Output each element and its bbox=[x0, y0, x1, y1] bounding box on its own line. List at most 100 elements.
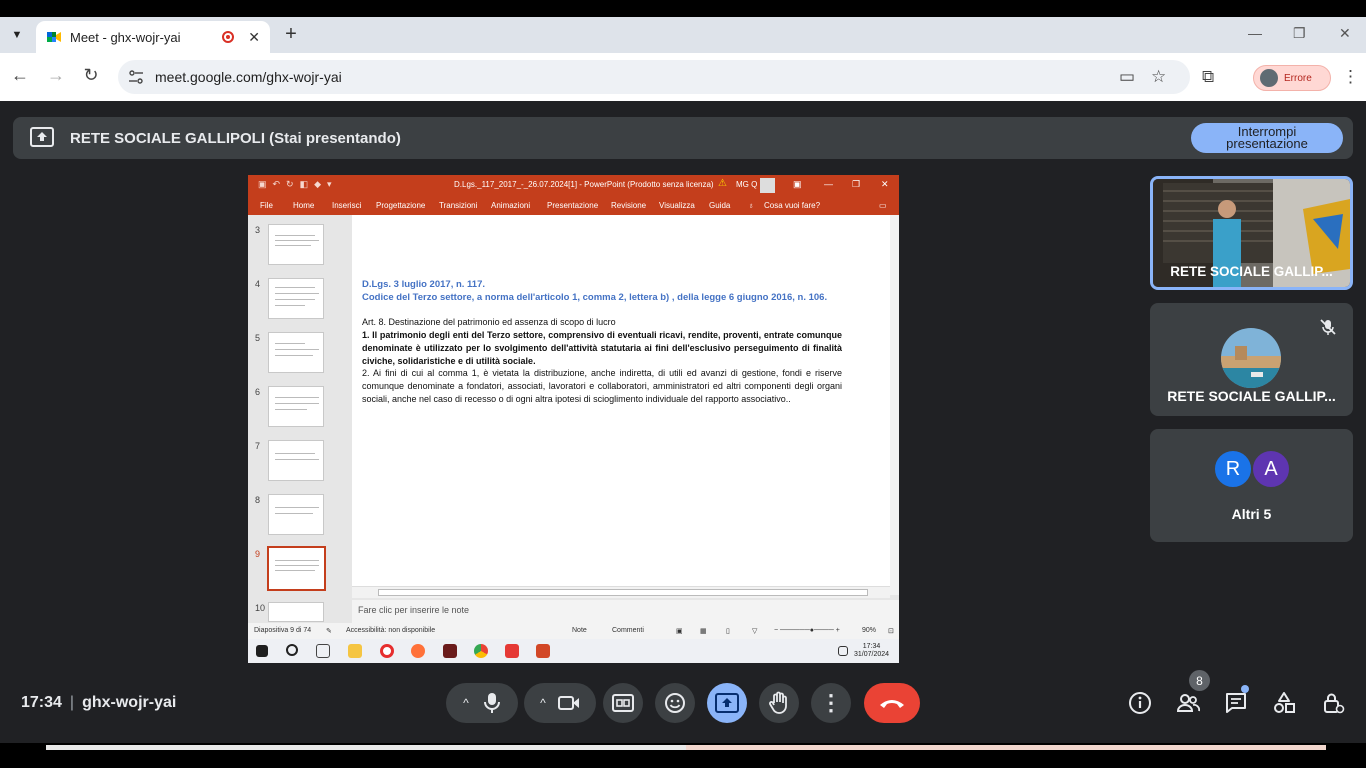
slide-thumbnail[interactable] bbox=[268, 386, 324, 427]
recording-indicator-icon bbox=[222, 31, 235, 43]
tell-me-bulb-icon: ♁ bbox=[748, 201, 754, 210]
hscroll-thumb[interactable] bbox=[378, 589, 868, 596]
new-tab-button[interactable]: + bbox=[280, 23, 302, 46]
others-tile[interactable]: R A Altri 5 bbox=[1150, 429, 1353, 542]
address-bar[interactable]: meet.google.com/ghx-wojr-yai bbox=[118, 60, 1190, 94]
camera-control[interactable]: ^ bbox=[524, 683, 596, 723]
captions-button[interactable] bbox=[603, 683, 643, 723]
ribbon-tab-animations[interactable]: Animazioni bbox=[491, 201, 530, 210]
extensions-icon[interactable]: ⧉ bbox=[1202, 67, 1214, 87]
present-now-button[interactable] bbox=[707, 683, 747, 723]
reading-view-icon[interactable]: ▯ bbox=[726, 627, 730, 635]
host-controls-lock-icon[interactable] bbox=[1321, 691, 1345, 715]
stop-presenting-button[interactable]: Interrompi presentazione bbox=[1191, 123, 1343, 153]
slide-canvas[interactable]: D.Lgs. 3 luglio 2017, n. 117. Codice del… bbox=[352, 215, 890, 595]
camera-icon[interactable] bbox=[557, 695, 580, 711]
taskbar-search-icon[interactable] bbox=[286, 644, 298, 656]
zoom-slider[interactable]: − ──────●──── + bbox=[774, 627, 840, 634]
chrome-icon[interactable] bbox=[474, 644, 488, 658]
slide-thumbnail[interactable] bbox=[268, 332, 324, 373]
file-explorer-icon[interactable] bbox=[348, 644, 362, 658]
more-options-button[interactable]: ⋮ bbox=[811, 683, 851, 723]
taskbar-clock[interactable]: 17:34 31/07/2024 bbox=[854, 643, 889, 659]
ribbon-tab-transitions[interactable]: Transizioni bbox=[439, 201, 477, 210]
reactions-button[interactable] bbox=[655, 683, 695, 723]
activities-icon[interactable] bbox=[1272, 691, 1296, 715]
accessibility-status[interactable]: Accessibilità: non disponibile bbox=[346, 627, 435, 634]
ribbon-tab-design[interactable]: Progettazione bbox=[376, 201, 425, 210]
warning-icon: ⚠ bbox=[718, 178, 727, 189]
spellcheck-icon[interactable]: ✎ bbox=[326, 627, 332, 635]
ppt-close-icon[interactable]: ✕ bbox=[881, 179, 889, 190]
comments-icon[interactable]: ▭ bbox=[879, 201, 887, 210]
site-settings-icon[interactable] bbox=[128, 69, 144, 85]
audio-options-chevron-icon[interactable]: ^ bbox=[463, 696, 469, 710]
microphone-control[interactable]: ^ bbox=[446, 683, 518, 723]
sorter-view-icon[interactable]: ▦ bbox=[700, 627, 707, 635]
opera-icon[interactable] bbox=[380, 644, 394, 658]
ribbon-tab-view[interactable]: Visualizza bbox=[659, 201, 695, 210]
slide-vertical-scrollbar[interactable] bbox=[890, 215, 899, 595]
notes-pane[interactable]: Fare clic per inserire le note bbox=[352, 600, 899, 623]
windows-start-icon[interactable] bbox=[256, 645, 268, 657]
forward-arrow-icon[interactable]: → bbox=[44, 65, 68, 86]
slide-thumbnail-active[interactable] bbox=[267, 546, 326, 591]
restore-icon[interactable]: ❐ bbox=[1293, 25, 1306, 42]
ribbon-tab-insert[interactable]: Inserisci bbox=[332, 201, 361, 210]
meeting-info-icon[interactable] bbox=[1128, 691, 1152, 715]
bookmark-star-icon[interactable]: ☆ bbox=[1151, 67, 1166, 87]
zoom-level[interactable]: 90% bbox=[862, 627, 876, 634]
slide-thumbnail[interactable] bbox=[268, 278, 324, 319]
camera-in-use-icon[interactable]: ▭ bbox=[1119, 67, 1135, 87]
thumb-number: 6 bbox=[255, 387, 261, 397]
participant-tile[interactable]: RETE SOCIALE GALLIP... bbox=[1150, 303, 1353, 416]
powerpoint-icon[interactable] bbox=[536, 644, 550, 658]
back-arrow-icon[interactable]: ← bbox=[8, 65, 32, 86]
ribbon-tab-file[interactable]: File bbox=[260, 201, 273, 210]
profile-error-label: Errore bbox=[1284, 72, 1312, 84]
leave-call-button[interactable] bbox=[864, 683, 920, 723]
firefox-icon[interactable] bbox=[411, 644, 425, 658]
window-close-icon[interactable]: ✕ bbox=[1339, 25, 1351, 42]
slideshow-view-icon[interactable]: ▽ bbox=[752, 627, 757, 635]
slide-thumbnail[interactable] bbox=[268, 440, 324, 481]
tell-me-search[interactable]: Cosa vuoi fare? bbox=[764, 201, 820, 210]
slide-thumbnail[interactable] bbox=[268, 224, 324, 265]
reload-icon[interactable]: ↻ bbox=[79, 65, 103, 86]
ribbon-tab-help[interactable]: Guida bbox=[709, 201, 730, 210]
ppt-maximize-icon[interactable]: ❐ bbox=[852, 179, 860, 190]
task-view-icon[interactable] bbox=[316, 644, 330, 658]
ribbon-tab-review[interactable]: Revisione bbox=[611, 201, 646, 210]
browser-menu-icon[interactable]: ⋮ bbox=[1342, 67, 1359, 87]
participant-avatar bbox=[1221, 328, 1281, 388]
recorder-app-icon[interactable] bbox=[505, 644, 519, 658]
ribbon-tab-slideshow[interactable]: Presentazione bbox=[547, 201, 598, 210]
slide-thumbnail[interactable] bbox=[268, 494, 324, 535]
close-tab-icon[interactable]: ✕ bbox=[248, 29, 260, 46]
profile-error-button[interactable]: Errore bbox=[1253, 65, 1331, 91]
raise-hand-button[interactable] bbox=[759, 683, 799, 723]
browser-tab[interactable]: Meet - ghx-wojr-yai ✕ bbox=[36, 21, 270, 53]
notes-toggle[interactable]: Note bbox=[572, 627, 587, 634]
quick-access-toolbar[interactable]: ▣↶↻◧◆▾ bbox=[258, 179, 338, 190]
ppt-minimize-icon[interactable]: — bbox=[824, 179, 833, 189]
network-icon[interactable] bbox=[838, 646, 848, 656]
minimize-icon[interactable]: — bbox=[1248, 25, 1262, 41]
microphone-icon[interactable] bbox=[483, 692, 501, 714]
slide-horizontal-scrollbar[interactable] bbox=[352, 586, 890, 598]
video-options-chevron-icon[interactable]: ^ bbox=[540, 696, 546, 710]
chat-icon[interactable] bbox=[1224, 691, 1248, 715]
tab-search-chevron-icon[interactable]: ▼ bbox=[5, 23, 29, 47]
taskbar-time: 17:34 bbox=[862, 643, 881, 650]
ribbon-display-icon[interactable]: ▣ bbox=[793, 179, 802, 190]
participant-tile-camera[interactable]: RETE SOCIALE GALLIP... bbox=[1150, 176, 1353, 290]
ribbon-tab-home[interactable]: Home bbox=[293, 201, 314, 210]
people-icon[interactable] bbox=[1176, 691, 1200, 715]
ppt-ribbon: File Home Inserisci Progettazione Transi… bbox=[248, 196, 899, 215]
fit-slide-icon[interactable]: ⊡ bbox=[888, 627, 894, 635]
slide-thumbnail[interactable] bbox=[268, 602, 324, 622]
profile-avatar bbox=[1260, 69, 1278, 87]
comments-toggle[interactable]: Commenti bbox=[612, 627, 644, 634]
normal-view-icon[interactable]: ▣ bbox=[676, 627, 683, 635]
media-app-icon[interactable] bbox=[443, 644, 457, 658]
